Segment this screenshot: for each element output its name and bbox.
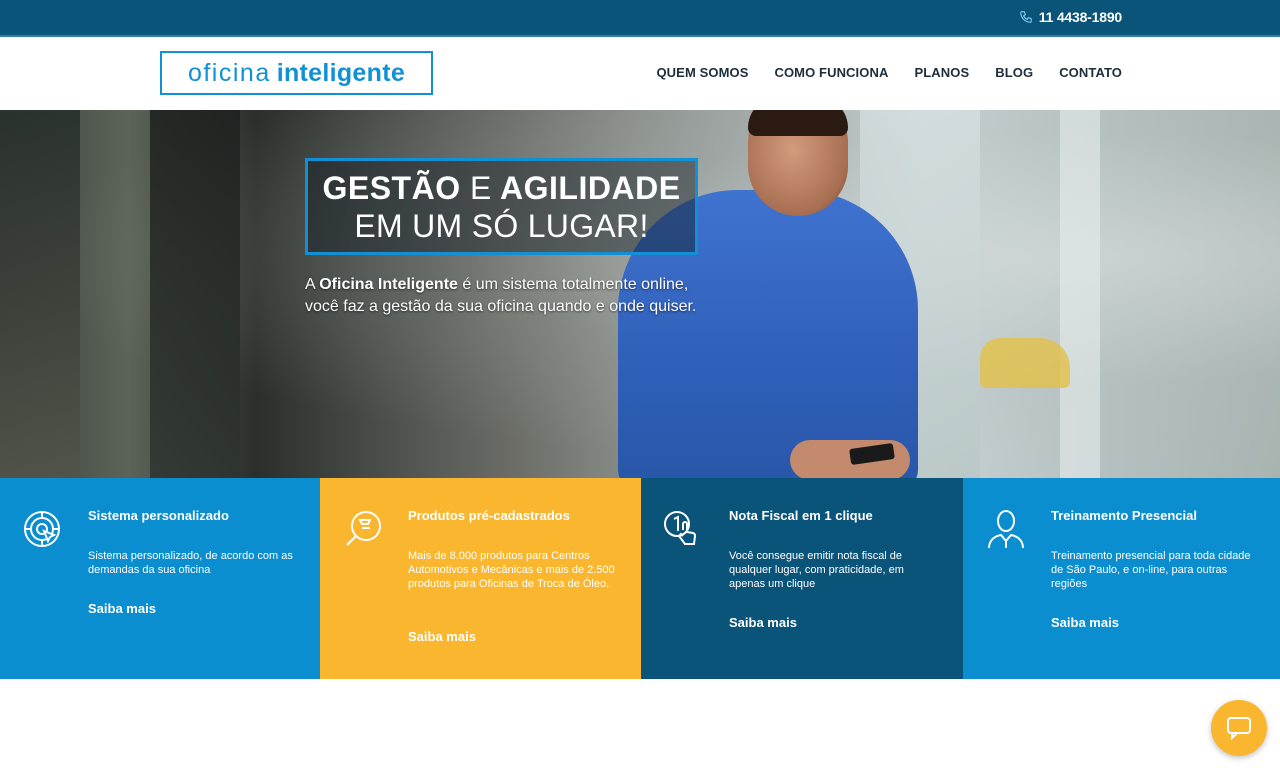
hero-bg-column xyxy=(150,110,240,478)
feature-title: Treinamento Presencial xyxy=(1051,508,1197,523)
hero-banner: GESTÃO E AGILIDADE EM UM SÓ LUGAR! A Ofi… xyxy=(0,110,1280,478)
site-logo[interactable]: oficina inteligente xyxy=(160,51,433,95)
saiba-mais-link[interactable]: Saiba mais xyxy=(729,615,797,630)
phone-contact[interactable]: 11 4438-1890 xyxy=(1019,9,1122,25)
hero-subtitle-brand: Oficina Inteligente xyxy=(319,276,458,293)
hero-subtitle-text: você faz a gestão da sua oficina quando … xyxy=(305,298,697,315)
site-header: oficina inteligente QUEM SOMOS COMO FUNC… xyxy=(0,37,1280,110)
saiba-mais-link[interactable]: Saiba mais xyxy=(408,629,476,644)
chat-bubble-icon xyxy=(1227,717,1251,740)
nav-como-funciona[interactable]: COMO FUNCIONA xyxy=(774,65,888,80)
hero-headline-line2: EM UM SÓ LUGAR! xyxy=(354,207,649,244)
phone-icon xyxy=(1019,11,1032,23)
top-bar: 11 4438-1890 xyxy=(0,0,1280,37)
hero-headline-word: AGILIDADE xyxy=(500,169,681,206)
phone-number[interactable]: 11 4438-1890 xyxy=(1039,9,1122,25)
main-nav: QUEM SOMOS COMO FUNCIONA PLANOS BLOG CON… xyxy=(656,65,1122,80)
hero-subtitle-text: é um sistema totalmente online, xyxy=(457,276,689,293)
feature-card-sistema-personalizado: Sistema personalizado Sistema personaliz… xyxy=(0,478,320,679)
nav-quem-somos[interactable]: QUEM SOMOS xyxy=(656,65,748,80)
saiba-mais-link[interactable]: Saiba mais xyxy=(1051,615,1119,630)
feature-title: Nota Fiscal em 1 clique xyxy=(729,508,873,523)
hero-headline-box: GESTÃO E AGILIDADE EM UM SÓ LUGAR! xyxy=(305,158,698,255)
chat-button[interactable] xyxy=(1211,700,1267,756)
feature-card-nota-fiscal: Nota Fiscal em 1 clique Você consegue em… xyxy=(641,478,963,679)
features-row: Sistema personalizado Sistema personaliz… xyxy=(0,478,1280,679)
hero-person-hair xyxy=(748,110,848,136)
feature-title: Produtos pré-cadastrados xyxy=(408,508,570,523)
target-cursor-icon xyxy=(24,511,60,547)
logo-text-inteligente: inteligente xyxy=(276,58,406,87)
nav-blog[interactable]: BLOG xyxy=(995,65,1033,80)
feature-title: Sistema personalizado xyxy=(88,508,229,523)
hero-headline-word: E xyxy=(469,169,492,206)
wrench-search-icon xyxy=(346,511,381,546)
feature-card-treinamento: Treinamento Presencial Treinamento prese… xyxy=(963,478,1280,679)
nav-planos[interactable]: PLANOS xyxy=(914,65,969,80)
hero-bg-taxi xyxy=(980,338,1070,388)
feature-description: Mais de 8.000 produtos para Centros Auto… xyxy=(408,550,615,590)
hero-subtitle: A Oficina Inteligente é um sistema total… xyxy=(305,274,725,318)
hero-headline-word: GESTÃO xyxy=(322,169,461,206)
hero-subtitle-text: A xyxy=(305,276,320,293)
saiba-mais-link[interactable]: Saiba mais xyxy=(88,601,156,616)
hero-bg-column xyxy=(1060,110,1100,478)
one-click-hand-icon xyxy=(664,511,696,545)
logo-text-oficina: oficina xyxy=(187,58,271,87)
feature-card-produtos: Produtos pré-cadastrados Mais de 8.000 p… xyxy=(320,478,641,679)
person-trainer-icon xyxy=(988,510,1024,549)
hero-bg-column xyxy=(0,110,80,478)
nav-contato[interactable]: CONTATO xyxy=(1059,65,1122,80)
feature-description: Treinamento presencial para toda cidade … xyxy=(1051,550,1251,590)
hero-headline-line1: GESTÃO E AGILIDADE xyxy=(322,169,680,207)
feature-description: Você consegue emitir nota fiscal de qual… xyxy=(729,550,904,590)
feature-description: Sistema personalizado, de acordo com as … xyxy=(88,550,293,576)
